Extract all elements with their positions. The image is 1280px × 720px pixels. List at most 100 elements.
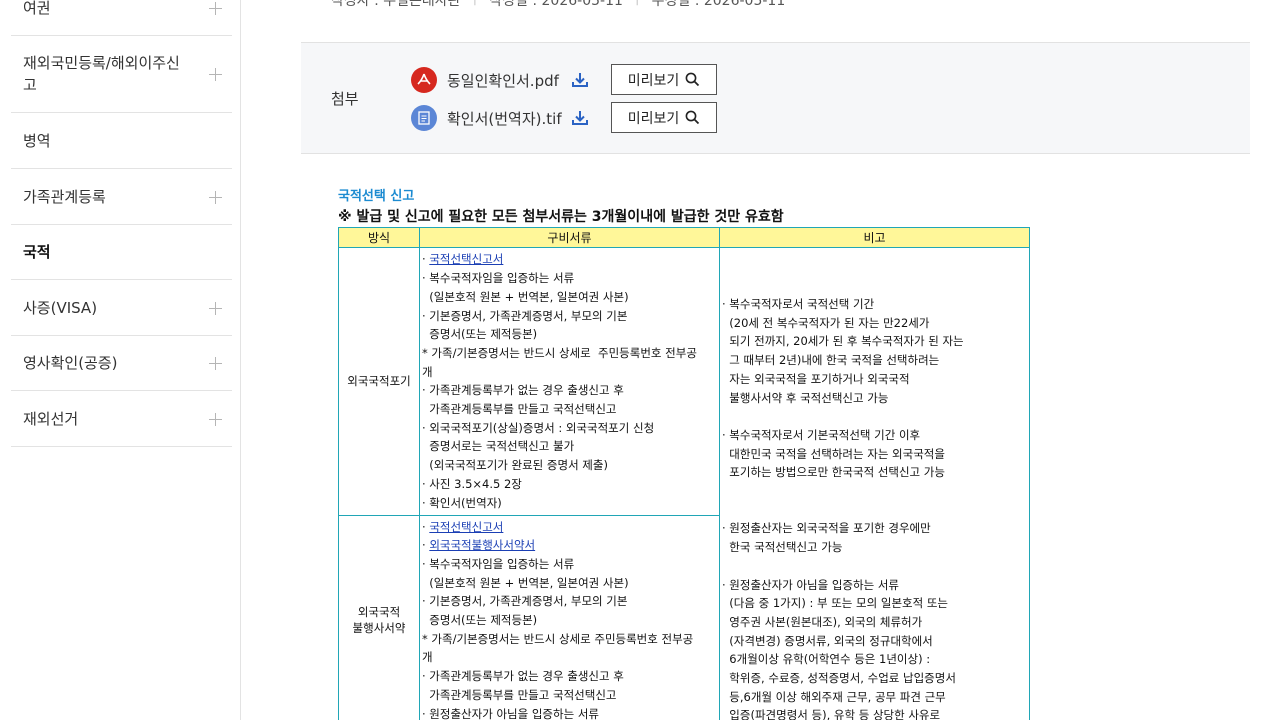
- doc-line: · 기본증명서, 가족관계증명서, 부모의 기본: [422, 307, 717, 326]
- sidebar-item-label: 가족관계등록: [23, 187, 106, 206]
- doc-line: · 복수국적자임을 입증하는 서류: [422, 269, 717, 288]
- header-docs: 구비서류: [419, 227, 720, 248]
- doc-line-text: (일본호적 원본 + 번역본, 일본여권 사본): [422, 575, 629, 590]
- attachment-filename[interactable]: 확인서(번역자).tif: [447, 108, 562, 129]
- doc-line-text: 가족관계등록부를 만들고 국적선택신고: [422, 402, 617, 417]
- doc-line-text: * 가족/기본증명서는 반드시 상세로 주민등록번호 전부공: [422, 631, 694, 646]
- modified-date: 수정일 : 2026-05-11: [651, 0, 786, 9]
- note-line: · 복수국적자로서 기본국적선택 기간 이후: [722, 427, 921, 442]
- preview-label: 미리보기: [627, 72, 680, 89]
- doc-line-text: · 가족관계등록부가 없는 경우 출생신고 후: [422, 669, 624, 684]
- doc-line: 가족관계등록부를 만들고 국적선택신고: [422, 686, 717, 705]
- pdf-icon: [411, 67, 437, 93]
- attachments-panel: 첨부 동일인확인서.pdf 미리보기 확인서(번역자).tif 미리보기: [301, 42, 1250, 154]
- sidebar-list: 여권재외국민등록/해외이주신고병역가족관계등록국적사증(VISA) 영사확인(공증…: [11, 0, 232, 447]
- sidebar-item[interactable]: 병역: [11, 113, 232, 169]
- preview-button[interactable]: 미리보기: [611, 102, 717, 133]
- note-line: 대한민국 국적을 선택하려는 자는 외국국적을: [722, 446, 945, 461]
- download-icon[interactable]: [571, 71, 589, 89]
- method-line: 불행사서약: [352, 621, 406, 636]
- note-line: [722, 407, 1025, 426]
- note-gap: [722, 482, 1025, 501]
- notes-wrapper: · 복수국적자로서 국적선택 기간 (20세 전 복수국적자가 된 자는 만22…: [722, 248, 1025, 720]
- doc-line-text: · 가족관계등록부가 없는 경우 출생신고 후: [422, 383, 624, 398]
- doc-line-text: (일본호적 원본 + 번역본, 일본여권 사본): [422, 289, 629, 304]
- method-cell: 외국국적포기: [338, 247, 420, 516]
- document-icon: [411, 105, 437, 131]
- search-icon: [685, 72, 700, 87]
- doc-line-text: 가족관계등록부를 만들고 국적선택신고: [422, 687, 617, 702]
- sidebar-item[interactable]: 재외국민등록/해외이주신고: [11, 36, 232, 113]
- doc-line: · 기본증명서, 가족관계증명서, 부모의 기본: [422, 592, 717, 611]
- note-line: (20세 전 복수국적자가 된 자는 만22세가: [722, 315, 930, 330]
- plus-icon[interactable]: [209, 412, 222, 426]
- doc-line-text: · 원정출산자가 아님을 입증하는 서류: [422, 706, 599, 720]
- doc-line-text: 개: [422, 650, 433, 665]
- meta-separator: |: [635, 0, 640, 10]
- doc-line: · 국적선택신고서: [422, 250, 717, 269]
- doc-line-text: · 복수국적자임을 입증하는 서류: [422, 271, 575, 286]
- doc-line: · 복수국적자임을 입증하는 서류: [422, 555, 717, 574]
- sidebar-item[interactable]: 재외선거: [11, 391, 232, 447]
- method-line: 외국국적: [357, 605, 401, 620]
- preview-button[interactable]: 미리보기: [611, 64, 717, 95]
- attachments-label: 첨부: [331, 90, 359, 108]
- doc-line: · 외국국적불행사서약서: [422, 536, 717, 555]
- doc-line: · 외국국적포기(상실)증명서 : 외국국적포기 신청: [422, 419, 717, 438]
- sidebar-item[interactable]: 여권: [11, 0, 232, 36]
- attachment-row: 확인서(번역자).tif: [411, 103, 589, 133]
- attachment-filename[interactable]: 동일인확인서.pdf: [447, 70, 561, 91]
- sidebar-item-label: 재외선거: [23, 409, 79, 428]
- plus-icon[interactable]: [209, 68, 222, 81]
- sidebar-item[interactable]: 영사확인(공증): [11, 336, 232, 391]
- note-line: 한국 국적선택신고 가능: [722, 540, 843, 555]
- doc-line-text: · 기본증명서, 가족관계증명서, 부모의 기본: [422, 308, 628, 323]
- doc-line-text: (외국국적포기가 완료된 증명서 제출): [422, 458, 608, 473]
- doc-line: 증명서로는 국적선택신고 불가: [422, 437, 717, 456]
- sidebar-item-label: 국적: [23, 243, 51, 261]
- doc-line: · 가족관계등록부가 없는 경우 출생신고 후: [422, 381, 717, 400]
- sidebar-item-label: 사증(VISA): [23, 298, 98, 317]
- notes-cell: · 복수국적자로서 국적선택 기간 (20세 전 복수국적자가 된 자는 만22…: [719, 246, 1030, 720]
- note-line: · 원정출산자가 아님을 입증하는 서류: [722, 577, 899, 592]
- doc-line: · 확인서(번역자): [422, 494, 717, 513]
- note-line: 6개월이상 유학(어학연수 등은 1년이상) :: [722, 652, 931, 667]
- plus-icon[interactable]: [209, 301, 222, 315]
- sidebar-item-label: 병역: [23, 131, 51, 150]
- doc-line: 증명서(또는 제적등본): [422, 611, 717, 630]
- sidebar-item[interactable]: 사증(VISA): [11, 280, 232, 336]
- requirements-table: 방식 구비서류 비고 외국국적포기 · 국적선택신고서 · 복수국적자임을 입증하…: [338, 227, 1030, 720]
- note-line: 자는 외국국적을 포기하거나 외국국적: [722, 371, 910, 386]
- table-header-row: 방식 구비서류 비고: [338, 227, 1030, 248]
- doc-line-text: 증명서(또는 제적등본): [422, 613, 538, 628]
- doc-line: 가족관계등록부를 만들고 국적선택신고: [422, 400, 717, 419]
- sidebar-item-label: 여권: [23, 0, 51, 17]
- section-title: 국적선택 신고: [338, 189, 415, 204]
- note-line: · 원정출산자는 외국국적을 포기한 경우에만: [722, 521, 931, 536]
- doc-line: 개: [422, 363, 717, 382]
- note-line: 포기하는 방법으로만 한국국적 선택신고 가능: [722, 465, 945, 480]
- plus-icon[interactable]: [209, 1, 222, 15]
- doc-line: 증명서(또는 제적등본): [422, 325, 717, 344]
- download-icon[interactable]: [571, 109, 589, 127]
- form-download-link[interactable]: 국적선택신고서: [429, 520, 503, 534]
- doc-line: * 가족/기본증명서는 반드시 상세로 주민등록번호 전부공: [422, 344, 717, 363]
- header-method: 방식: [338, 227, 420, 248]
- meta-separator: |: [473, 0, 478, 10]
- plus-icon[interactable]: [209, 357, 222, 370]
- sidebar-item[interactable]: 국적: [11, 225, 232, 280]
- preview-label: 미리보기: [627, 110, 680, 127]
- doc-line: · 국적선택신고서: [422, 518, 717, 537]
- search-icon: [685, 110, 700, 125]
- docs-cell: · 국적선택신고서 · 복수국적자임을 입증하는 서류 (일본호적 원본 + 번역…: [419, 247, 720, 516]
- form-download-link[interactable]: 국적선택신고서: [429, 252, 503, 266]
- doc-line-text: · 기본증명서, 가족관계증명서, 부모의 기본: [422, 594, 628, 609]
- header-notes: 비고: [719, 227, 1030, 248]
- plus-icon[interactable]: [209, 190, 222, 204]
- sidebar-nav: 여권재외국민등록/해외이주신고병역가족관계등록국적사증(VISA) 영사확인(공증…: [0, 0, 241, 720]
- form-download-link[interactable]: 외국국적불행사서약서: [429, 538, 535, 552]
- doc-line: · 원정출산자가 아님을 입증하는 서류: [422, 705, 717, 720]
- author-label: 작성자 : 우일본대사관: [331, 0, 461, 9]
- doc-line: * 가족/기본증명서는 반드시 상세로 주민등록번호 전부공: [422, 630, 717, 649]
- sidebar-item[interactable]: 가족관계등록: [11, 169, 232, 225]
